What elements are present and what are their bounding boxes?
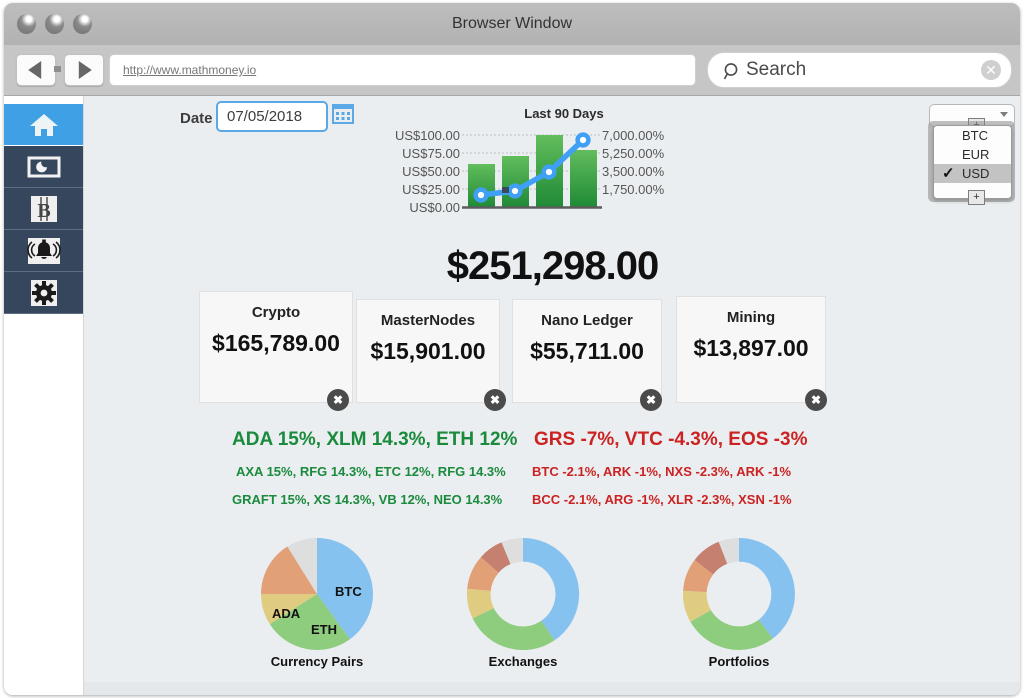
total-balance: $251,298.00 (446, 244, 659, 288)
y-tick-3: US$75.00 (402, 146, 460, 161)
tile-value: $13,897.00 (693, 335, 809, 361)
tile-title: Mining (726, 309, 776, 326)
y2-tick-0: 1,750.00% (602, 182, 665, 197)
search-placeholder: Search (746, 59, 807, 80)
tile-title: Crypto (251, 304, 301, 321)
close-icon-mining[interactable]: ✖ (805, 389, 827, 411)
date-input[interactable]: 07/05/2018 (216, 101, 328, 132)
close-icon-nano-ledger[interactable]: ✖ (640, 389, 662, 411)
tile-nano-ledger[interactable]: Nano Ledger $55,711.00 (512, 299, 662, 403)
svg-text:B: B (37, 200, 50, 222)
page-bottom-strip (83, 682, 1020, 695)
tile-value: $165,789.00 (212, 330, 340, 356)
add-currency-button-bottom[interactable]: + (968, 190, 985, 205)
browser-toolbar: http://www.mathmoney.io Search ✕ (4, 45, 1020, 96)
dashboard-surface: Date 07/05/2018 + BTC EUR (83, 96, 1020, 682)
ticker-gainers: ADA 15%, XLM 14.3%, ETH 12% (232, 429, 518, 450)
tile-title: MasterNodes (380, 312, 476, 329)
check-icon: ✓ (942, 165, 955, 182)
ticker-losers: BCC -2.1%, ARG -1%, XLR -2.3%, XSN -1% (532, 492, 792, 507)
sidebar-item-alerts[interactable] (4, 230, 83, 272)
forward-arrow-icon (78, 61, 92, 79)
gear-icon (30, 279, 57, 306)
home-icon (29, 113, 58, 136)
back-button[interactable] (16, 54, 56, 86)
tile-mining[interactable]: Mining $13,897.00 (676, 296, 826, 403)
y2-tick-3: 7,000.00% (602, 128, 665, 143)
browser-window: Browser Window http://www.mathmoney.io S… (4, 3, 1020, 695)
chart-exchanges: Exchanges (453, 536, 593, 669)
y2-tick-2: 5,250.00% (602, 146, 665, 161)
ticker-gainers: GRAFT 15%, XS 14.3%, VB 12%, NEO 14.3% (232, 492, 503, 507)
date-label: Date (180, 110, 213, 127)
pie-label-btc: BTC (335, 584, 362, 599)
close-icon[interactable]: ✕ (981, 60, 1001, 80)
url-text: http://www.mathmoney.io (123, 63, 257, 77)
date-value: 07/05/2018 (227, 108, 303, 125)
pie-label-eth: ETH (311, 622, 337, 637)
sidebar: B (4, 96, 99, 695)
y-tick-2: US$50.00 (402, 164, 460, 179)
ticker-losers: BTC -2.1%, ARK -1%, NXS -2.3%, ARK -1% (532, 464, 792, 479)
tile-crypto[interactable]: Crypto $165,789.00 (199, 291, 353, 403)
ticker-gainers: AXA 15%, RFG 14.3%, ETC 12%, RFG 14.3% (236, 464, 506, 479)
close-icon-crypto[interactable]: ✖ (327, 389, 349, 411)
chart-title: Last 90 Days (524, 106, 604, 121)
page-content: B Date 07/05/2018 BTC EUR ✓ USD + Last 9… (4, 96, 1020, 695)
currency-option-btc[interactable]: BTC (934, 126, 1011, 145)
pie-label-ada: ADA (272, 606, 301, 621)
ui-artifact-marker (502, 187, 509, 193)
tile-title: Nano Ledger (541, 312, 633, 329)
close-icon-masternodes[interactable]: ✖ (484, 389, 506, 411)
tile-value: $55,711.00 (530, 338, 644, 364)
performance-chart: US$0.00 US$25.00 US$50.00 US$75.00 US$10… (374, 128, 694, 228)
sidebar-item-home[interactable] (4, 104, 99, 145)
search-input[interactable]: Search ✕ (707, 52, 1012, 88)
bell-icon (26, 237, 61, 264)
y-tick-4: US$100.00 (394, 128, 460, 143)
title-bar: Browser Window (4, 3, 1020, 46)
currency-option-usd[interactable]: ✓ USD (934, 164, 1011, 183)
tile-value: $15,901.00 (370, 338, 486, 364)
chart-portfolios: Portfolios (669, 536, 809, 669)
chart-caption: Portfolios (708, 654, 770, 669)
currency-option-eur[interactable]: EUR (934, 145, 1011, 164)
forward-button[interactable] (64, 54, 104, 86)
chart-caption: Exchanges (488, 654, 558, 669)
chart-plot (462, 132, 602, 209)
currency-option-usd-label: USD (962, 166, 990, 181)
nav-separator (54, 66, 61, 72)
url-input[interactable]: http://www.mathmoney.io (109, 54, 696, 86)
sidebar-item-bitcoin[interactable]: B (4, 188, 83, 230)
tile-masternodes[interactable]: MasterNodes $15,901.00 (356, 299, 500, 403)
calendar-icon[interactable] (332, 102, 354, 124)
y-tick-1: US$25.00 (402, 182, 460, 197)
chevron-down-icon (1000, 112, 1008, 117)
y-tick-0: US$0.00 (409, 200, 460, 215)
currency-dropdown-menu[interactable]: BTC EUR ✓ USD (933, 125, 1012, 199)
search-icon (723, 63, 738, 80)
back-arrow-icon (28, 61, 42, 79)
window-title: Browser Window (451, 15, 573, 32)
sidebar-item-settings[interactable] (4, 272, 83, 314)
chart-caption: Currency Pairs (270, 654, 364, 669)
y2-tick-1: 3,500.00% (602, 164, 665, 179)
chart-currency-pairs: BTC ETH ADA Currency Pairs (247, 536, 387, 669)
sidebar-item-wallet[interactable] (4, 146, 83, 188)
donut-chart (683, 538, 795, 650)
bitcoin-icon: B (30, 195, 57, 222)
moon-card-icon (27, 156, 60, 177)
ticker-losers: GRS -7%, VTC -4.3%, EOS -3% (534, 429, 808, 450)
donut-chart (466, 537, 580, 651)
